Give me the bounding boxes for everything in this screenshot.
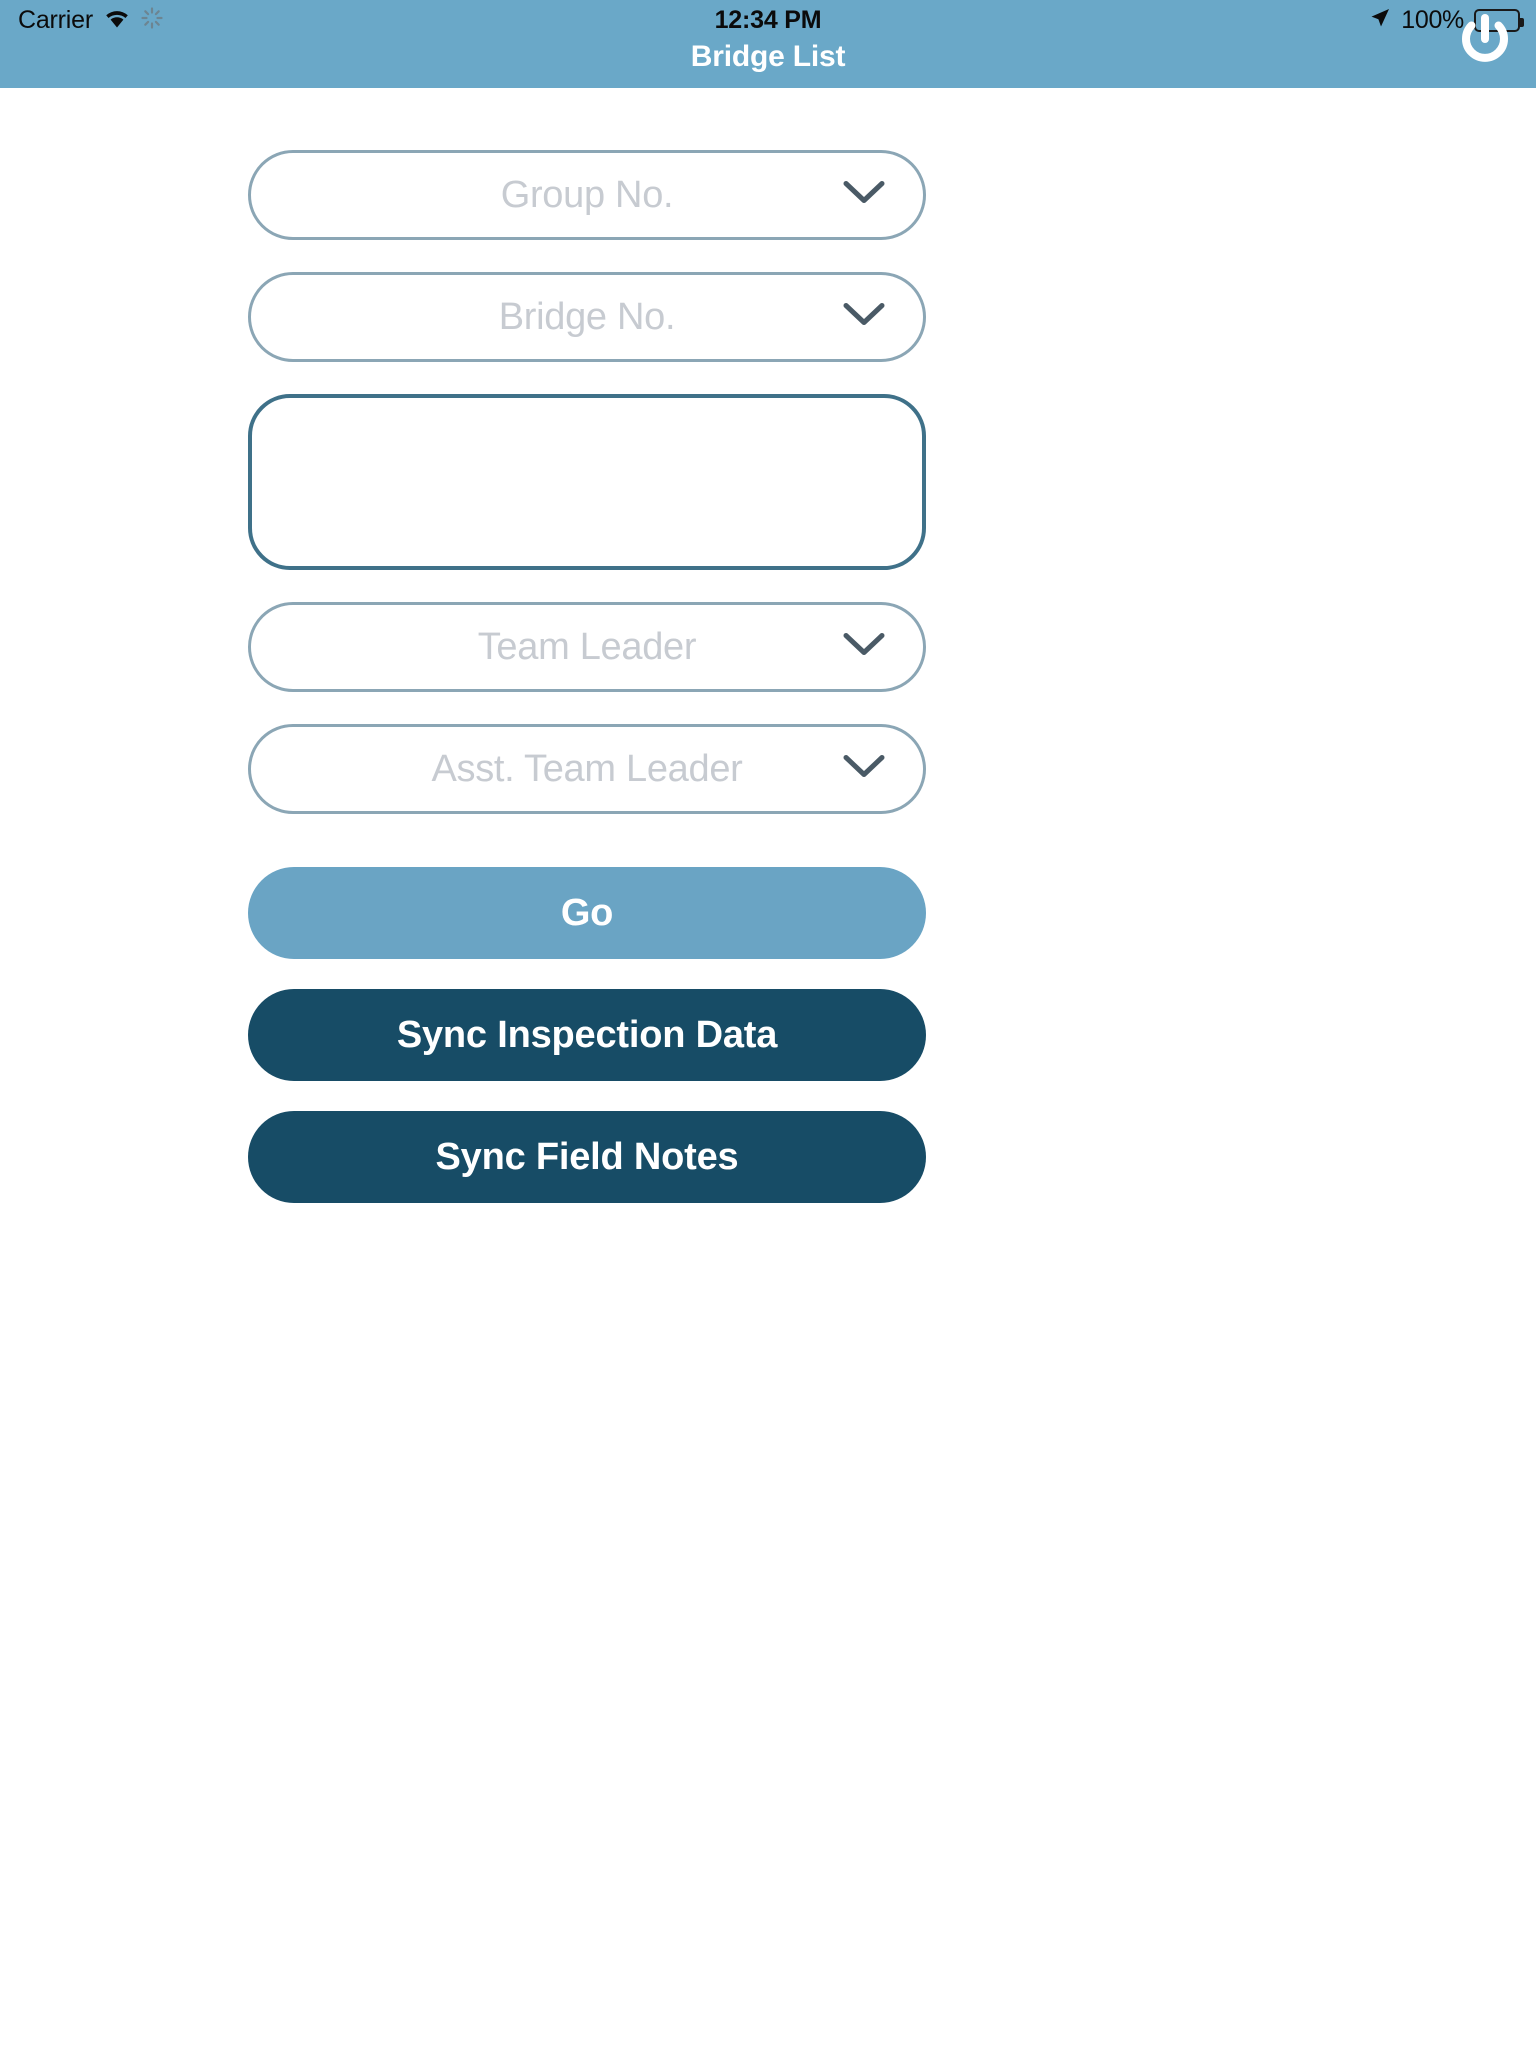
team-leader-dropdown[interactable]: Team Leader bbox=[248, 602, 926, 692]
chevron-down-icon bbox=[843, 302, 885, 333]
bridge-no-dropdown[interactable]: Bridge No. bbox=[248, 272, 926, 362]
power-button[interactable] bbox=[1452, 12, 1518, 78]
bridge-list-form: Group No. Bridge No. Team Leader Asst. T… bbox=[248, 150, 926, 1203]
power-icon bbox=[1454, 12, 1516, 79]
group-no-placeholder: Group No. bbox=[500, 173, 674, 216]
go-button[interactable]: Go bbox=[248, 867, 926, 959]
chevron-down-icon bbox=[843, 180, 885, 211]
group-no-dropdown[interactable]: Group No. bbox=[248, 150, 926, 240]
app-screen: Carrier 12:34 PM 100% Bridge List Group … bbox=[0, 0, 1536, 2048]
status-bar: Carrier 12:34 PM 100% bbox=[0, 0, 1536, 40]
sync-field-notes-button[interactable]: Sync Field Notes bbox=[248, 1111, 926, 1203]
chevron-down-icon bbox=[843, 632, 885, 663]
page-title: Bridge List bbox=[690, 40, 846, 73]
notes-textarea[interactable] bbox=[252, 398, 922, 566]
location-arrow-icon bbox=[1369, 7, 1391, 34]
asst-team-leader-dropdown[interactable]: Asst. Team Leader bbox=[248, 724, 926, 814]
clock-label: 12:34 PM bbox=[714, 5, 822, 34]
notes-textarea-wrapper[interactable] bbox=[248, 394, 926, 570]
bridge-no-placeholder: Bridge No. bbox=[498, 295, 676, 338]
asst-team-leader-placeholder: Asst. Team Leader bbox=[431, 747, 743, 790]
status-bar-center: 12:34 PM bbox=[0, 0, 1536, 40]
navigation-bar: Carrier 12:34 PM 100% Bridge List bbox=[0, 0, 1536, 88]
chevron-down-icon bbox=[843, 754, 885, 785]
sync-inspection-data-button[interactable]: Sync Inspection Data bbox=[248, 989, 926, 1081]
team-leader-placeholder: Team Leader bbox=[477, 625, 697, 668]
